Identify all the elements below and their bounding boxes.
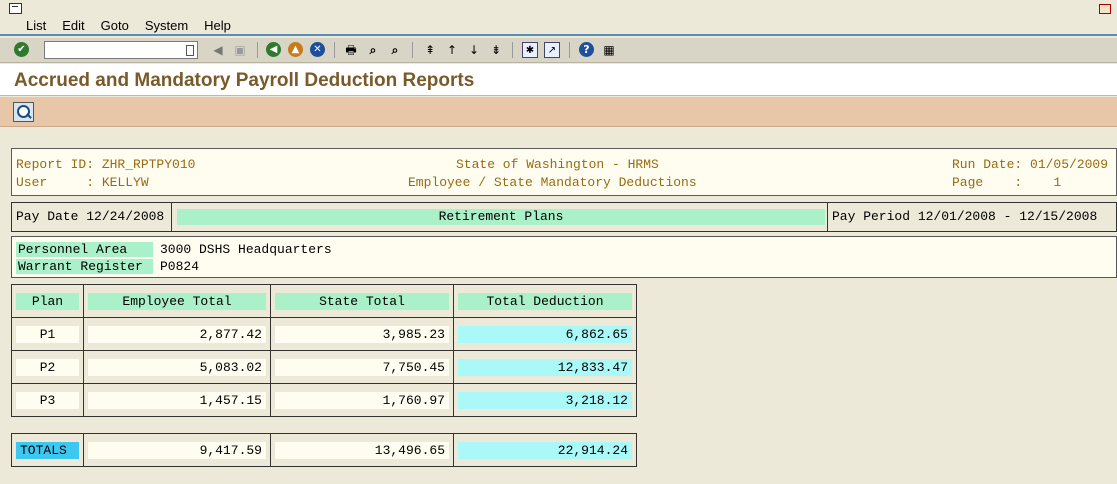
next-page-icon[interactable]: ↓ [466,42,482,58]
total-deduction-cell: 12,833.47 [458,359,632,376]
report-id: Report ID: ZHR_RPTPY010 [16,157,196,172]
shortcut-icon[interactable]: ↗ [544,42,560,58]
back-icon[interactable]: ◀ [266,42,281,57]
table-row: P1 2,877.42 3,985.23 6,862.65 [11,317,637,351]
search-icon[interactable] [13,102,34,122]
report-header: Report ID: ZHR_RPTPY010 User : KELLYW St… [11,148,1117,196]
table-header-row: Plan Employee Total State Total Total De… [11,284,637,318]
command-field[interactable] [44,41,198,59]
employee-total-cell: 2,877.42 [88,326,266,343]
system-menu-icon[interactable] [9,3,22,14]
layout-menu-icon[interactable]: ▦ [601,42,617,58]
column-header-employee-total: Employee Total [88,293,266,310]
employee-total-cell: 1,457.15 [88,392,266,409]
totals-table: TOTALS 9,417.59 13,496.65 22,914.24 [11,433,637,467]
table-row: P3 1,457.15 1,760.97 3,218.12 [11,383,637,417]
personnel-area-label: Personnel Area [16,242,153,257]
menu-goto[interactable]: Goto [101,18,129,33]
pay-period: Pay Period 12/01/2008 - 12/15/2008 [827,203,1117,231]
column-header-total-deduction: Total Deduction [458,293,632,310]
menu-edit[interactable]: Edit [62,18,84,33]
page-title: Accrued and Mandatory Payroll Deduction … [14,70,475,91]
state-total-cell: 1,760.97 [275,392,449,409]
table-row: P2 5,083.02 7,750.45 12,833.47 [11,350,637,384]
back-arrow-icon[interactable]: ◀ [210,42,226,58]
state-total-cell: 7,750.45 [275,359,449,376]
totals-label: TOTALS [16,442,79,459]
exit-icon[interactable]: ▲ [288,42,303,57]
totals-employee: 9,417.59 [88,442,266,459]
report-user: User : KELLYW [16,175,149,190]
report-subtitle: Employee / State Mandatory Deductions [408,175,697,190]
enter-icon[interactable]: ✔ [14,42,29,57]
standard-toolbar: ✔ ◀ ▣ ◀ ▲ ✕ 🖶 ⌕ ⌕ ⇞ ↑ ↓ ⇟ ✱ ↗ ? ▦ [0,38,1117,63]
state-total-cell: 3,985.23 [275,326,449,343]
employee-total-cell: 5,083.02 [88,359,266,376]
warrant-register-value: P0824 [157,259,1112,274]
pay-info-row: Pay Date 12/24/2008 Retirement Plans Pay… [11,202,1117,232]
personnel-area-value: 3000 DSHS Headquarters [157,242,1112,257]
total-deduction-cell: 6,862.65 [458,326,632,343]
title-bar: Accrued and Mandatory Payroll Deduction … [0,64,1117,96]
menu-bar: List Edit Goto System Help [0,0,1117,36]
totals-deduction: 22,914.24 [458,442,632,459]
plans-table: Plan Employee Total State Total Total De… [11,284,637,417]
application-toolbar [0,97,1117,127]
print-icon[interactable]: 🖶 [343,42,359,58]
menu-help[interactable]: Help [204,18,231,33]
plan-cell: P2 [16,359,79,376]
create-session-icon[interactable]: ✱ [522,42,538,58]
area-info: Personnel Area 3000 DSHS Headquarters Wa… [11,236,1117,278]
column-header-state-total: State Total [275,293,449,310]
find-next-icon[interactable]: ⌕ [387,42,403,58]
run-date: Run Date: 01/05/2009 [952,157,1109,172]
totals-row: TOTALS 9,417.59 13,496.65 22,914.24 [11,433,637,467]
restore-window-icon[interactable] [1099,4,1111,14]
report-area: Report ID: ZHR_RPTPY010 User : KELLYW St… [0,128,1117,484]
totals-state: 13,496.65 [275,442,449,459]
report-organization: State of Washington - HRMS [456,157,659,172]
find-icon[interactable]: ⌕ [365,42,381,58]
warrant-register-label: Warrant Register [16,259,153,274]
page-number: Page : 1 [952,175,1062,190]
menu-list[interactable]: List [26,18,46,33]
pay-date: Pay Date 12/24/2008 [12,203,172,231]
last-page-icon[interactable]: ⇟ [488,42,504,58]
plan-cell: P1 [16,326,79,343]
save-icon[interactable]: ▣ [232,42,248,58]
menu-system[interactable]: System [145,18,188,33]
menu: List Edit Goto System Help [26,18,231,33]
total-deduction-cell: 3,218.12 [458,392,632,409]
previous-page-icon[interactable]: ↑ [444,42,460,58]
plan-cell: P3 [16,392,79,409]
first-page-icon[interactable]: ⇞ [422,42,438,58]
help-icon[interactable]: ? [579,42,594,57]
cancel-icon[interactable]: ✕ [310,42,325,57]
section-title: Retirement Plans [177,209,825,225]
column-header-plan: Plan [16,293,79,310]
